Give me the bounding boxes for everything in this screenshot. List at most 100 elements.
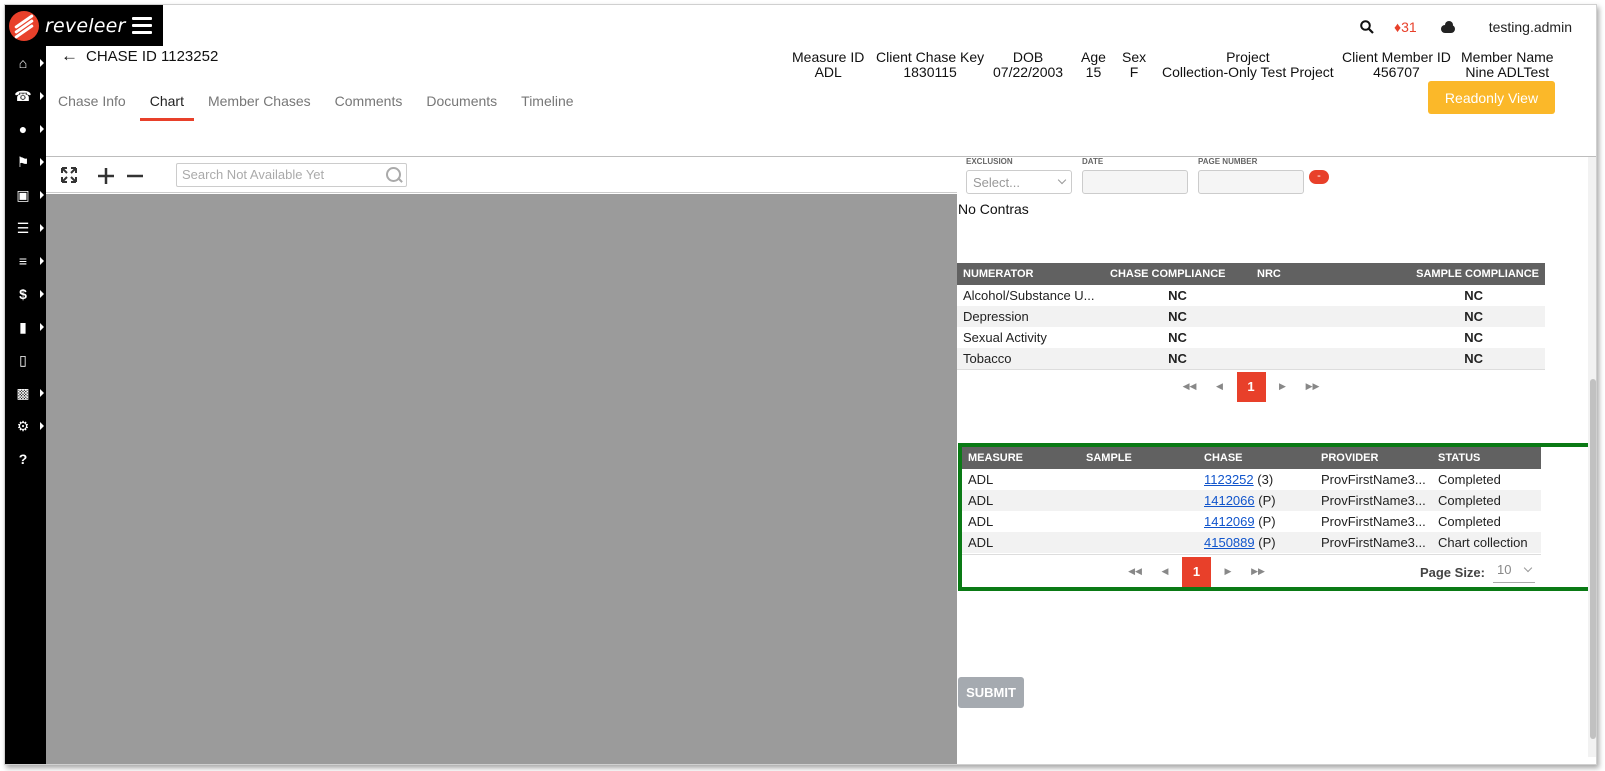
- tab-chart[interactable]: Chart: [139, 89, 194, 121]
- flag-icon: ⚑: [16, 153, 30, 170]
- nav-settings[interactable]: ⚙: [5, 413, 46, 439]
- nav-clipboard[interactable]: ▮: [5, 314, 46, 340]
- column-header[interactable]: CHASE: [1198, 447, 1315, 469]
- cloud-icon[interactable]: [1439, 21, 1457, 33]
- first-page-icon[interactable]: ◀◀: [1120, 566, 1150, 577]
- chase-suffix: (P): [1254, 535, 1276, 550]
- submit-button[interactable]: SUBMIT: [958, 677, 1024, 708]
- briefcase-icon: ▣: [16, 186, 30, 203]
- zoom-out-icon[interactable]: [126, 167, 144, 185]
- chase-table-header: MEASURE SAMPLE CHASE PROVIDER STATUS: [962, 447, 1541, 469]
- tab-member-chases[interactable]: Member Chases: [208, 89, 311, 121]
- column-header[interactable]: SAMPLE COMPLIANCE: [1398, 263, 1545, 285]
- chase-link[interactable]: 1123252: [1204, 472, 1254, 487]
- meta-label: Member Name: [1461, 49, 1554, 65]
- expand-icon[interactable]: [60, 166, 78, 184]
- exclusion-select[interactable]: Select...: [966, 170, 1072, 194]
- page-size-label: Page Size:: [1419, 564, 1485, 580]
- nav-home[interactable]: ⌂: [5, 50, 46, 76]
- scroll-thumb[interactable]: [1590, 379, 1596, 739]
- notifications-button[interactable]: ♦31: [1394, 19, 1417, 35]
- table-row[interactable]: Depression NC NC: [957, 306, 1545, 327]
- page-number-button[interactable]: 1: [1182, 556, 1211, 587]
- remove-exclusion-button[interactable]: -: [1309, 170, 1329, 184]
- nav-reports[interactable]: ▩: [5, 380, 46, 406]
- status-cell: Chart collection: [1432, 532, 1541, 553]
- nav-layers[interactable]: ☰: [5, 215, 46, 241]
- chase-link[interactable]: 1412069: [1204, 514, 1255, 529]
- meta-value: 15: [1085, 64, 1102, 80]
- first-page-icon[interactable]: ◀◀: [1175, 381, 1205, 392]
- table-row[interactable]: ADL 4150889 (P) ProvFirstName3... Chart …: [962, 532, 1541, 553]
- table-row[interactable]: Tobacco NC NC: [957, 348, 1545, 369]
- phone-icon: ☎: [14, 87, 32, 104]
- table-row[interactable]: Sexual Activity NC NC: [957, 327, 1545, 348]
- viewer-toolbar: Search Not Available Yet: [46, 157, 957, 193]
- measure-cell: ADL: [968, 514, 994, 529]
- column-header[interactable]: STATUS: [1432, 447, 1541, 469]
- checklist-icon: ≡: [18, 253, 28, 269]
- chase-link[interactable]: 1412066: [1204, 493, 1255, 508]
- nav-checklist[interactable]: ≡: [5, 248, 46, 274]
- prev-page-icon[interactable]: ◀: [1205, 381, 1235, 392]
- chase-link[interactable]: 4150889: [1204, 535, 1255, 550]
- sample-cell: [1080, 532, 1198, 553]
- nrc-value: [1251, 306, 1398, 327]
- column-header[interactable]: NRC: [1251, 263, 1398, 285]
- nrc-value: [1251, 327, 1398, 348]
- date-field[interactable]: [1082, 170, 1188, 194]
- chase-compliance: NC: [1168, 288, 1187, 303]
- nav-billing[interactable]: $: [5, 281, 46, 307]
- prev-page-icon[interactable]: ◀: [1150, 566, 1180, 577]
- chase-cell: 4150889 (P): [1198, 532, 1315, 553]
- user-icon: ●: [18, 121, 28, 137]
- zoom-in-icon[interactable]: [97, 167, 115, 185]
- help-icon: ?: [18, 451, 28, 467]
- readonly-view-button[interactable]: Readonly View: [1428, 81, 1555, 114]
- status-cell: Completed: [1438, 472, 1501, 487]
- last-page-icon[interactable]: ▶▶: [1243, 566, 1273, 577]
- chase-compliance: NC: [1104, 348, 1251, 369]
- meta-sex: Sex F: [1122, 50, 1146, 80]
- clipboard-icon: ▮: [19, 318, 27, 335]
- back-arrow-icon[interactable]: ←: [61, 46, 78, 66]
- next-page-icon[interactable]: ▶: [1213, 566, 1243, 577]
- nav-phone[interactable]: ☎: [5, 83, 46, 109]
- column-header[interactable]: NUMERATOR: [957, 263, 1104, 285]
- nav-flag[interactable]: ⚑: [5, 149, 46, 175]
- numerator-table-header: NUMERATOR CHASE COMPLIANCE NRC SAMPLE CO…: [957, 263, 1545, 285]
- search-icon[interactable]: [1360, 20, 1374, 34]
- page-number-field[interactable]: [1198, 170, 1304, 194]
- chase-table: MEASURE SAMPLE CHASE PROVIDER STATUS ADL…: [962, 447, 1541, 553]
- page-size-select[interactable]: 10: [1493, 561, 1535, 583]
- nav-briefcase[interactable]: ▣: [5, 182, 46, 208]
- tab-documents[interactable]: Documents: [426, 89, 497, 121]
- nav-document[interactable]: ▯: [5, 347, 46, 373]
- table-row[interactable]: ADL 1412069 (P) ProvFirstName3... Comple…: [962, 511, 1541, 532]
- tab-comments[interactable]: Comments: [335, 89, 403, 121]
- brand-name: reveleer: [45, 14, 126, 37]
- last-page-icon[interactable]: ▶▶: [1298, 381, 1328, 392]
- hamburger-menu-icon[interactable]: [132, 17, 152, 35]
- nav-users[interactable]: ●: [5, 116, 46, 142]
- column-header[interactable]: CHASE COMPLIANCE: [1104, 263, 1251, 285]
- username-menu[interactable]: testing.admin: [1489, 19, 1572, 35]
- status-cell: Completed: [1438, 514, 1501, 529]
- chase-suffix: (3): [1253, 472, 1274, 487]
- numerator-name: Sexual Activity: [963, 330, 1047, 345]
- table-row[interactable]: ADL 1412066 (P) ProvFirstName3... Comple…: [962, 490, 1541, 511]
- page-number-label: PAGE NUMBER: [1198, 157, 1258, 166]
- column-header[interactable]: SAMPLE: [1080, 447, 1198, 469]
- tab-chase-info[interactable]: Chase Info: [58, 89, 126, 121]
- document-viewer[interactable]: [46, 194, 957, 764]
- panel-scrollbar[interactable]: [1588, 157, 1596, 757]
- next-page-icon[interactable]: ▶: [1268, 381, 1298, 392]
- column-header[interactable]: PROVIDER: [1315, 447, 1432, 469]
- viewer-search-input[interactable]: Search Not Available Yet: [176, 163, 407, 187]
- column-header[interactable]: MEASURE: [962, 447, 1080, 469]
- table-row[interactable]: Alcohol/Substance U... NC NC: [957, 285, 1545, 306]
- nav-help[interactable]: ?: [5, 446, 46, 472]
- page-number-button[interactable]: 1: [1236, 371, 1266, 402]
- table-row[interactable]: ADL 1123252 (3) ProvFirstName3... Comple…: [962, 469, 1541, 490]
- tab-timeline[interactable]: Timeline: [521, 89, 573, 121]
